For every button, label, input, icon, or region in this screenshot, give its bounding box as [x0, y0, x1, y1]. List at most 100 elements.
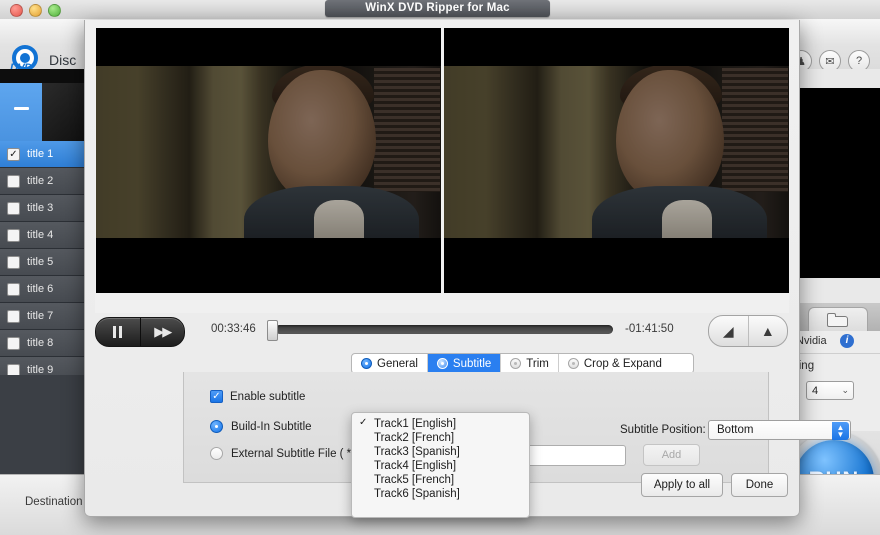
folder-tab[interactable]	[808, 307, 868, 332]
check-icon: ✓	[359, 417, 367, 428]
title-list-item-7[interactable]: title 7	[0, 303, 86, 330]
done-button[interactable]: Done	[731, 473, 788, 497]
output-preview-timeline: 00:00:00	[790, 282, 880, 302]
editor-tab-bar: General Subtitle Trim Crop & Expand	[351, 353, 694, 374]
title-label: title 7	[27, 310, 53, 322]
rotate-icon[interactable]: ◢	[709, 316, 749, 346]
info-icon[interactable]: i	[840, 334, 854, 348]
title-list-header-thumbnail	[0, 69, 86, 141]
settings-divider	[790, 353, 880, 354]
zoom-window-button[interactable]	[48, 4, 61, 17]
tab-subtitle[interactable]: Subtitle	[428, 354, 501, 373]
title-label: title 1	[27, 148, 53, 160]
external-subtitle-radio[interactable]	[210, 447, 223, 460]
menu-item-track6[interactable]: Track6 [Spanish]	[352, 487, 529, 501]
title-checkbox[interactable]	[7, 175, 20, 188]
pause-button[interactable]	[96, 318, 141, 346]
title-label: title 2	[27, 175, 53, 187]
disc-button-label: Disc	[49, 52, 76, 68]
transport-controls: ▶▶ 00:33:46 -01:41:50 ◢ ▲	[95, 313, 789, 349]
radio-icon	[437, 358, 448, 369]
subtitle-position-select[interactable]: Bottom ▲ ▼	[708, 420, 851, 440]
menu-item-label: Track6 [Spanish]	[374, 488, 460, 500]
title-checkbox[interactable]	[7, 310, 20, 323]
fast-forward-icon: ▶▶	[154, 324, 170, 340]
stepper-arrows-icon: ▲ ▼	[832, 422, 849, 440]
external-subtitle-label: External Subtitle File ( *.srt)	[231, 448, 371, 460]
tab-label: Trim	[526, 358, 549, 370]
menu-item-label: Track2 [French]	[374, 432, 454, 444]
cpu-core-select[interactable]: 4 ⌄	[806, 381, 854, 400]
enable-subtitle-row[interactable]: ✓ Enable subtitle	[210, 390, 305, 403]
radio-icon	[361, 358, 372, 369]
menu-item-track2[interactable]: Track2 [French]	[352, 431, 529, 445]
window-titlebar: WinX DVD Ripper for Mac	[0, 0, 880, 20]
rotate-flip-group: ◢ ▲	[708, 315, 788, 347]
tab-general[interactable]: General	[352, 354, 428, 373]
menu-item-track5[interactable]: Track5 [French]	[352, 473, 529, 487]
current-time-label: 00:33:46	[211, 323, 256, 335]
cpu-core-value: 4	[812, 385, 818, 397]
title-list-item-6[interactable]: title 6	[0, 276, 86, 303]
destination-label: Destination	[25, 496, 83, 508]
fast-forward-button[interactable]: ▶▶	[141, 318, 185, 346]
title-list-item-5[interactable]: title 5	[0, 249, 86, 276]
title-checkbox[interactable]	[7, 337, 20, 350]
seek-bar[interactable]	[275, 325, 613, 334]
seek-handle[interactable]	[267, 320, 278, 341]
radio-icon	[510, 358, 521, 369]
enable-subtitle-label: Enable subtitle	[230, 391, 305, 403]
subtitle-track-dropdown-menu: ✓ Track1 [English] Track2 [French] Track…	[351, 412, 530, 518]
apply-to-all-button[interactable]: Apply to all	[641, 473, 723, 497]
menu-item-label: Track5 [French]	[374, 474, 454, 486]
arrow-down-icon: ▼	[837, 431, 845, 438]
title-checkbox[interactable]	[7, 229, 20, 242]
chevron-down-icon: ⌄	[841, 385, 849, 396]
title-list-item-1[interactable]: ✓ title 1	[0, 141, 86, 168]
title-checkbox[interactable]	[7, 256, 20, 269]
menu-item-track1[interactable]: ✓ Track1 [English]	[352, 417, 529, 431]
tab-crop-expand[interactable]: Crop & Expand	[559, 354, 671, 373]
builtin-subtitle-radio[interactable]	[210, 420, 223, 433]
flip-icon[interactable]: ▲	[749, 316, 788, 346]
pause-icon	[113, 326, 122, 338]
tab-label: General	[377, 358, 418, 370]
menu-item-label: Track3 [Spanish]	[374, 446, 460, 458]
title-list-item-8[interactable]: title 8	[0, 330, 86, 357]
title-checkbox[interactable]	[7, 202, 20, 215]
folder-icon	[827, 313, 849, 328]
title-list-sidebar: ✓ title 1 title 2 title 3 title 4 title …	[0, 69, 87, 474]
title-list-item-4[interactable]: title 4	[0, 222, 86, 249]
subtitle-position-label: Subtitle Position:	[620, 424, 706, 436]
menu-item-track3[interactable]: Track3 [Spanish]	[352, 445, 529, 459]
remaining-time-label: -01:41:50	[625, 323, 674, 335]
menu-item-track4[interactable]: Track4 [English]	[352, 459, 529, 473]
builtin-subtitle-label: Build-In Subtitle	[231, 421, 312, 433]
title-label: title 8	[27, 337, 53, 349]
menu-item-label: Track1 [English]	[374, 418, 456, 430]
title-list-empty-area	[0, 375, 86, 474]
title-list-item-3[interactable]: title 3	[0, 195, 86, 222]
title-list-item-2[interactable]: title 2	[0, 168, 86, 195]
enable-subtitle-checkbox[interactable]: ✓	[210, 390, 223, 403]
output-preview[interactable]	[444, 28, 789, 293]
title-checkbox[interactable]	[7, 283, 20, 296]
external-subtitle-row[interactable]: External Subtitle File ( *.srt)	[210, 447, 371, 460]
title-label: title 4	[27, 229, 53, 241]
traffic-lights	[10, 4, 61, 17]
tab-label: Crop & Expand	[584, 358, 662, 370]
subtitle-position-value: Bottom	[717, 424, 753, 436]
source-preview[interactable]	[96, 28, 441, 293]
title-label: title 6	[27, 283, 53, 295]
builtin-subtitle-row[interactable]: Build-In Subtitle	[210, 420, 312, 433]
remove-title-icon[interactable]	[14, 107, 29, 110]
tab-trim[interactable]: Trim	[501, 354, 559, 373]
close-window-button[interactable]	[10, 4, 23, 17]
window-title: WinX DVD Ripper for Mac	[325, 0, 550, 17]
tab-label: Subtitle	[453, 358, 491, 370]
minimize-window-button[interactable]	[29, 4, 42, 17]
title-checkbox[interactable]: ✓	[7, 148, 20, 161]
radio-icon	[568, 358, 579, 369]
title-label: title 5	[27, 256, 53, 268]
add-subtitle-button[interactable]: Add	[643, 444, 700, 466]
